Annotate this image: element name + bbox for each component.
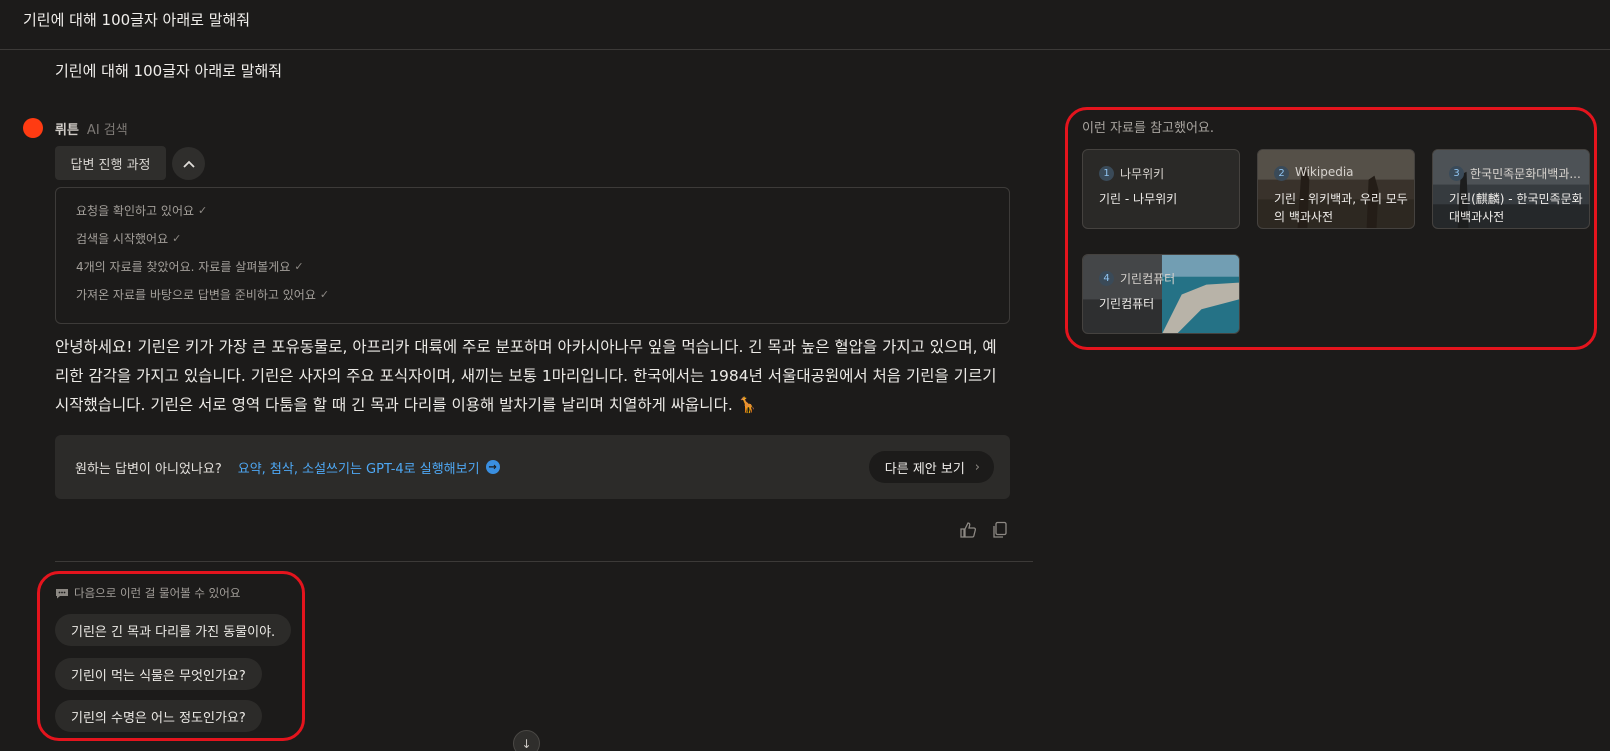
suggestion-question: 원하는 답변이 아니었나요?: [75, 461, 222, 477]
process-step: 검색을 시작했어요 ✓: [76, 230, 181, 247]
check-icon: ✓: [319, 288, 330, 301]
window-title: 기린에 대해 100글자 아래로 말해줘: [23, 11, 251, 29]
bot-avatar: [23, 118, 43, 138]
chevron-right-icon: ›: [974, 459, 980, 475]
check-icon: ✓: [294, 260, 304, 273]
process-button[interactable]: 답변 진행 과정: [55, 146, 166, 180]
process-step: 4개의 자료를 찾았어요. 자료를 살펴볼게요 ✓: [76, 258, 304, 275]
followups-highlight: [37, 571, 305, 741]
suggestion-banner: 원하는 답변이 아니었나요? 요약, 첨삭, 소설쓰기는 GPT-4로 실행해보…: [55, 435, 1010, 499]
scroll-down-button[interactable]: ↓: [513, 730, 540, 751]
process-step-text: 가져온 자료를 바탕으로 답변을 준비하고 있어요: [76, 288, 316, 302]
check-icon: ✓: [198, 204, 208, 217]
gpt4-link-label: 요약, 첨삭, 소설쓰기는 GPT-4로 실행해보기: [237, 461, 480, 477]
answer-text: 안녕하세요! 기린은 키가 가장 큰 포유동물로, 아프리카 대륙에 주로 분포…: [55, 338, 997, 414]
arrow-down-icon: ↓: [521, 736, 532, 751]
process-step: 가져온 자료를 바탕으로 답변을 준비하고 있어요 ✓: [76, 286, 329, 303]
references-highlight: [1065, 107, 1597, 350]
process-step-text: 검색을 시작했어요: [76, 232, 169, 246]
check-icon: ✓: [172, 232, 182, 245]
bot-mode: AI 검색: [86, 122, 128, 138]
other-suggestions-label: 다른 제안 보기: [884, 461, 965, 477]
user-question: 기린에 대해 100글자 아래로 말해줘: [55, 62, 283, 80]
process-step-text: 4개의 자료를 찾았어요. 자료를 살펴볼게요: [76, 260, 291, 274]
copy-icon[interactable]: [990, 520, 1010, 540]
thumbs-up-icon[interactable]: [958, 520, 978, 540]
process-step-text: 요청을 확인하고 있어요: [76, 204, 195, 218]
chevron-up-icon: [182, 160, 195, 168]
arrow-right-icon: →: [485, 460, 500, 474]
other-suggestions-button[interactable]: 다른 제안 보기 ›: [868, 451, 994, 483]
gpt4-link[interactable]: 요약, 첨삭, 소설쓰기는 GPT-4로 실행해보기 →: [238, 458, 500, 477]
process-step: 요청을 확인하고 있어요 ✓: [76, 202, 207, 219]
section-divider: [55, 561, 1033, 562]
header-divider: [0, 49, 1610, 50]
bot-name: 뤼튼: [55, 122, 79, 138]
process-steps: 요청을 확인하고 있어요 ✓ 검색을 시작했어요 ✓ 4개의 자료를 찾았어요.…: [55, 187, 1010, 324]
collapse-button[interactable]: [172, 147, 205, 180]
bot-header: 뤼튼 AI 검색: [23, 118, 128, 138]
